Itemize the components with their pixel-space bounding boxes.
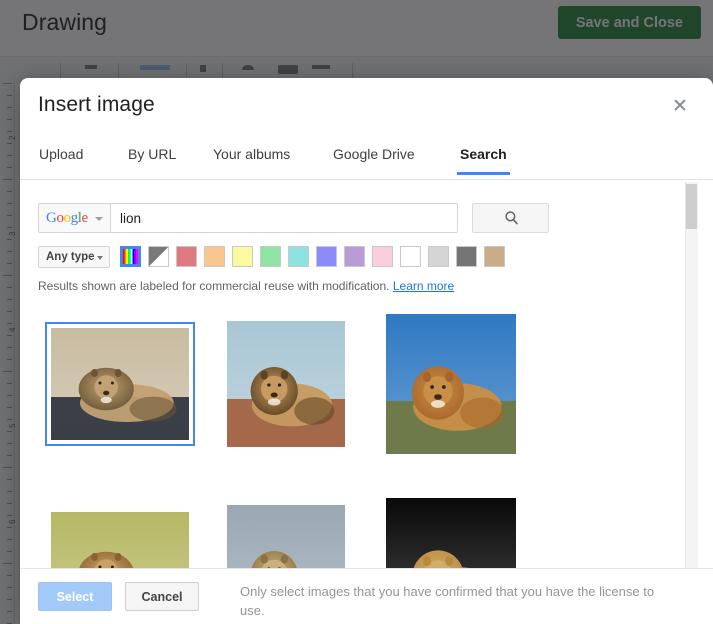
- search-provider-dropdown[interactable]: Google: [38, 203, 110, 233]
- image-result-lion-on-red-earth-mound[interactable]: [210, 308, 362, 460]
- dialog-title: Insert image: [38, 93, 155, 116]
- lion-profile-black-backdrop-thumbnail: [386, 498, 516, 568]
- color-swatch-green[interactable]: [260, 246, 281, 267]
- color-swatch-pink[interactable]: [372, 246, 393, 267]
- lion-resting-in-dry-grass-thumbnail: [51, 328, 189, 440]
- selected-result-highlight: [45, 322, 195, 446]
- rainbow-swatch-icon: [123, 249, 138, 264]
- lion-head-closeup-grey-sky-thumbnail: [227, 505, 345, 568]
- license-notice: Results shown are labeled for commercial…: [38, 279, 454, 293]
- lion-on-red-earth-mound-thumbnail: [227, 321, 345, 447]
- image-results-grid[interactable]: [20, 300, 699, 568]
- dialog-tabs[interactable]: Upload By URL Your albums Google Drive Searc…: [20, 137, 713, 180]
- type-filter-label: Any type: [46, 251, 95, 263]
- color-swatch-teal[interactable]: [288, 246, 309, 267]
- color-swatch-yellow[interactable]: [232, 246, 253, 267]
- chevron-down-icon: [97, 256, 103, 260]
- search-button[interactable]: [472, 203, 549, 233]
- color-swatch-orange[interactable]: [204, 246, 225, 267]
- color-swatch-black-white[interactable]: [148, 246, 169, 267]
- tab-your-albums[interactable]: Your albums: [213, 146, 290, 175]
- color-swatch-purple[interactable]: [344, 246, 365, 267]
- color-swatch-white[interactable]: [400, 246, 421, 267]
- results-scrollbar-track[interactable]: [685, 182, 698, 568]
- cancel-button[interactable]: Cancel: [125, 582, 199, 611]
- search-input[interactable]: [110, 203, 458, 233]
- results-scrollbar-thumb[interactable]: [686, 184, 697, 229]
- license-notice-text: Results shown are labeled for commercial…: [38, 279, 390, 293]
- lion-facing-camera-on-rock-thumbnail: [386, 314, 516, 454]
- image-result-lion-head-closeup-grey-sky[interactable]: [210, 492, 362, 568]
- lion-lying-in-savanna-grass-thumbnail: [51, 512, 189, 568]
- tab-by-url[interactable]: By URL: [128, 146, 176, 175]
- chevron-down-icon: [95, 217, 103, 221]
- tab-search[interactable]: Search: [457, 146, 510, 175]
- dialog-footer: Select Cancel Only select images that yo…: [20, 568, 713, 624]
- google-logo: Google: [46, 210, 88, 226]
- color-swatch-red[interactable]: [176, 246, 197, 267]
- color-swatch-blue[interactable]: [316, 246, 337, 267]
- color-swatch-brown[interactable]: [484, 246, 505, 267]
- learn-more-link[interactable]: Learn more: [393, 279, 454, 293]
- image-result-lion-profile-black-backdrop[interactable]: [375, 492, 527, 568]
- color-swatch-gray-dark[interactable]: [456, 246, 477, 267]
- image-result-lion-lying-in-savanna-grass[interactable]: [44, 492, 196, 568]
- type-filter-dropdown[interactable]: Any type: [38, 246, 110, 268]
- tab-upload[interactable]: Upload: [39, 146, 83, 175]
- close-icon[interactable]: ✕: [667, 94, 693, 120]
- image-result-lion-facing-camera-on-rock[interactable]: [375, 308, 527, 460]
- black-white-swatch-icon: [149, 247, 168, 266]
- color-swatch-gray-light[interactable]: [428, 246, 449, 267]
- color-swatch-any-color[interactable]: [120, 246, 141, 267]
- tab-google-drive[interactable]: Google Drive: [333, 146, 415, 175]
- footer-note: Only select images that you have confirm…: [240, 584, 655, 618]
- image-result-lion-resting-in-dry-grass[interactable]: [44, 308, 196, 460]
- select-button[interactable]: Select: [38, 582, 112, 611]
- search-icon: [504, 211, 518, 225]
